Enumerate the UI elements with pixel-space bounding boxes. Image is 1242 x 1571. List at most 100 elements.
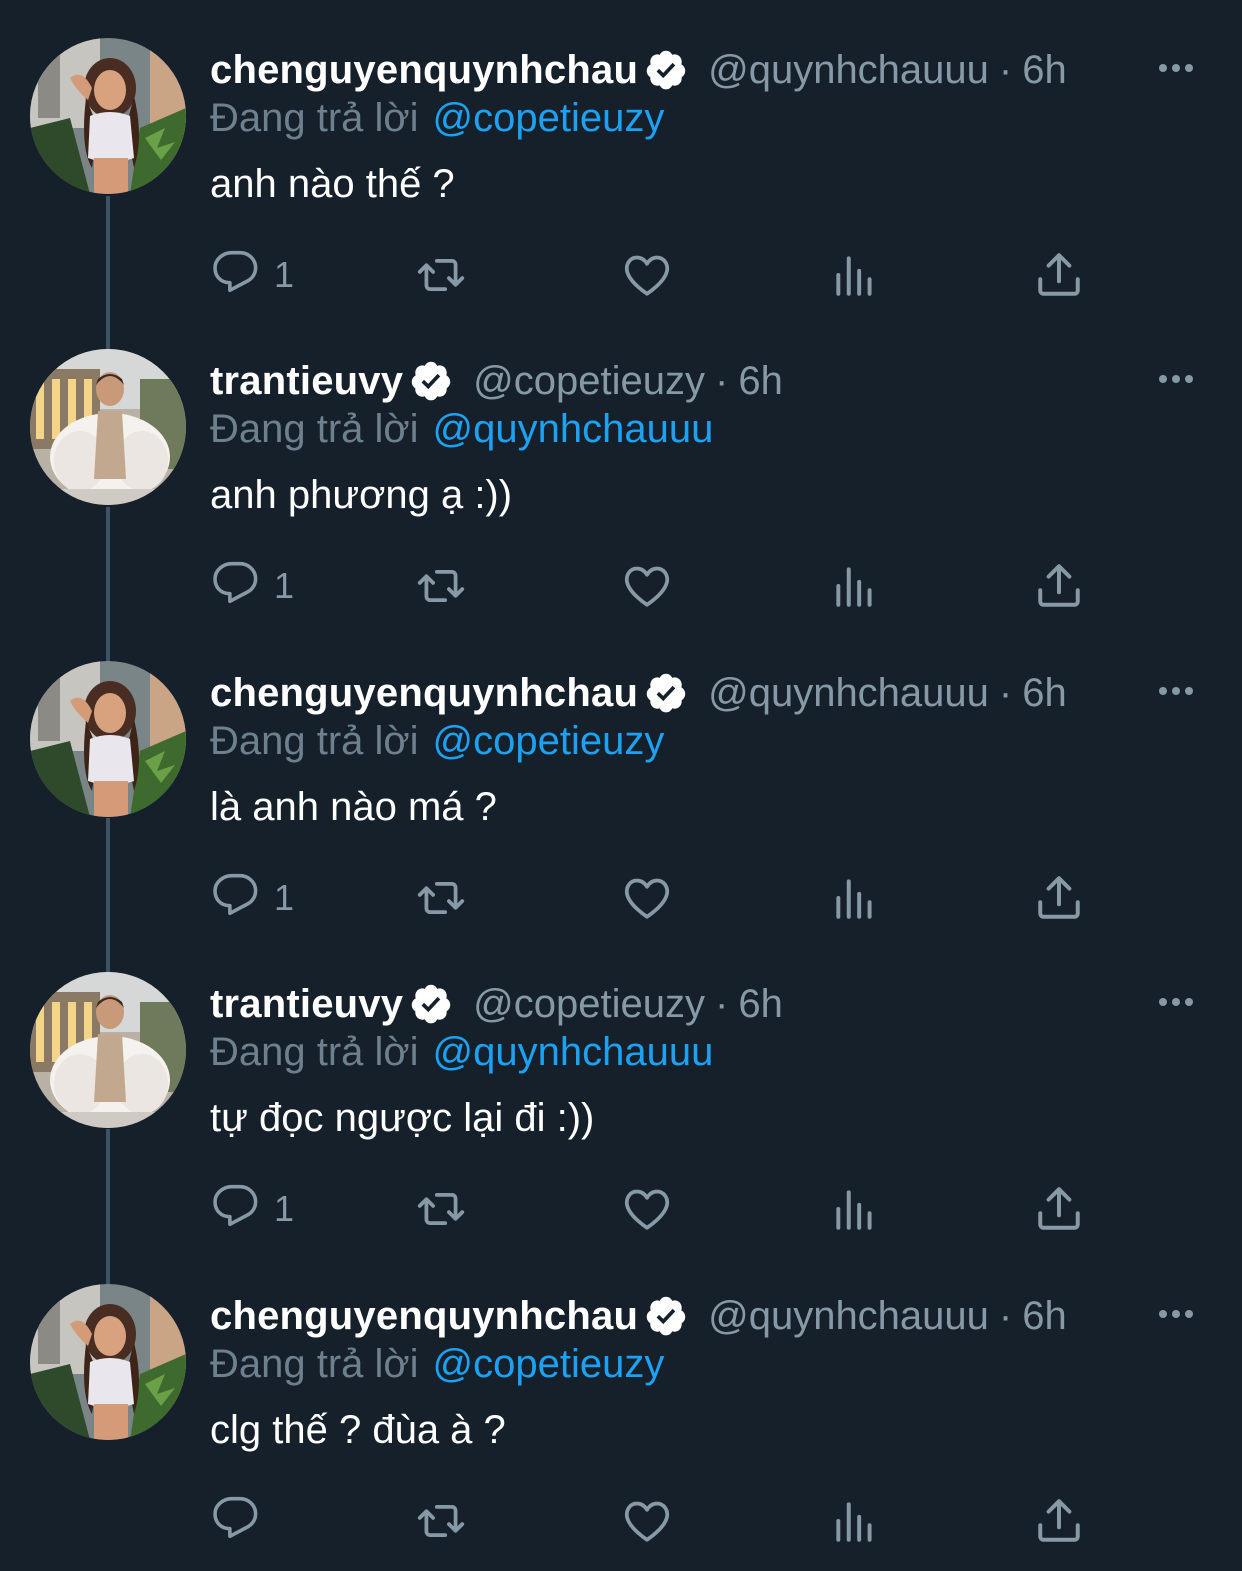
timestamp[interactable]: 6h (1022, 1294, 1067, 1339)
replying-to-link[interactable]: @quynhchauuu (433, 407, 714, 451)
verified-badge-icon (644, 671, 688, 715)
avatar[interactable] (30, 38, 186, 194)
like-button[interactable] (622, 871, 672, 925)
analytics-button[interactable] (830, 559, 880, 613)
tweet-text: clg thế ? đùa à ? (210, 1408, 506, 1452)
replying-to-link[interactable]: @copetieuzy (433, 719, 665, 763)
more-icon[interactable] (1156, 369, 1196, 389)
display-name[interactable]: trantieuvy (210, 359, 403, 404)
more-icon[interactable] (1156, 1304, 1196, 1324)
like-button[interactable] (622, 1182, 672, 1236)
tweet[interactable]: trantieuvy @copetieuzy · 6h Đang trả lời… (0, 934, 1242, 1245)
analytics-button[interactable] (830, 871, 880, 925)
user-handle[interactable]: @quynhchauuu (708, 671, 989, 716)
replying-to-label: Đang trả lời (210, 96, 419, 140)
like-button[interactable] (622, 559, 672, 613)
reply-count: 1 (274, 877, 295, 918)
reply-icon (212, 1496, 262, 1546)
more-icon[interactable] (1156, 992, 1196, 1012)
timestamp[interactable]: 6h (1022, 48, 1067, 93)
tweet[interactable]: chenguyenquynhchau @quynhchauuu · 6h Đan… (0, 1246, 1242, 1557)
replying-to-link[interactable]: @copetieuzy (433, 96, 665, 140)
avatar[interactable] (30, 661, 186, 817)
reply-count: 1 (274, 1188, 295, 1229)
retweet-icon (416, 561, 466, 611)
analytics-button[interactable] (830, 1182, 880, 1236)
verified-badge-icon (409, 359, 453, 403)
separator-dot: · (998, 1293, 1013, 1338)
reply-icon (212, 873, 262, 923)
retweet-icon (416, 250, 466, 300)
avatar-photo (30, 1284, 186, 1440)
reply-button[interactable]: 1 (212, 559, 294, 613)
tweet-actions: 1 (0, 1182, 1242, 1238)
retweet-button[interactable] (416, 559, 466, 613)
tweet-actions: 1 (0, 559, 1242, 615)
retweet-button[interactable] (416, 871, 466, 925)
tweet[interactable]: chenguyenquynhchau @quynhchauuu · 6h Đan… (0, 0, 1242, 311)
share-button[interactable] (1034, 248, 1084, 302)
tweet[interactable]: chenguyenquynhchau @quynhchauuu · 6h Đan… (0, 623, 1242, 934)
verified-badge-icon (644, 48, 688, 92)
share-icon (1034, 1496, 1084, 1546)
reply-icon (212, 1184, 262, 1234)
replying-to: Đang trả lời @quynhchauuu (210, 407, 713, 452)
retweet-icon (416, 1184, 466, 1234)
tweet-text: anh phương ạ :)) (210, 473, 513, 517)
display-name[interactable]: chenguyenquynhchau (210, 48, 638, 93)
timestamp[interactable]: 6h (738, 359, 783, 404)
user-handle[interactable]: @quynhchauuu (708, 1294, 989, 1339)
share-icon (1034, 561, 1084, 611)
heart-icon (622, 1184, 672, 1234)
reply-button[interactable] (212, 1494, 274, 1548)
reply-button[interactable]: 1 (212, 1182, 294, 1236)
replying-to: Đang trả lời @copetieuzy (210, 1342, 664, 1387)
avatar-photo (30, 661, 186, 817)
tweet-header: chenguyenquynhchau @quynhchauuu · 6h (210, 1292, 1067, 1340)
like-button[interactable] (622, 1494, 672, 1548)
replying-to-link[interactable]: @quynhchauuu (433, 1030, 714, 1074)
separator-dot: · (998, 670, 1013, 715)
more-icon[interactable] (1156, 58, 1196, 78)
reply-button[interactable]: 1 (212, 248, 294, 302)
retweet-button[interactable] (416, 248, 466, 302)
heart-icon (622, 561, 672, 611)
reply-button[interactable]: 1 (212, 871, 294, 925)
separator-dot: · (715, 981, 729, 1026)
avatar[interactable] (30, 1284, 186, 1440)
analytics-icon (830, 250, 880, 300)
analytics-button[interactable] (830, 248, 880, 302)
timestamp[interactable]: 6h (1022, 671, 1067, 716)
tweet-actions: 1 (0, 871, 1242, 927)
user-handle[interactable]: @quynhchauuu (708, 48, 989, 93)
avatar[interactable] (30, 972, 186, 1128)
timestamp[interactable]: 6h (738, 982, 783, 1027)
share-button[interactable] (1034, 1494, 1084, 1548)
tweet-header: chenguyenquynhchau @quynhchauuu · 6h (210, 669, 1067, 717)
retweet-button[interactable] (416, 1182, 466, 1236)
like-button[interactable] (622, 248, 672, 302)
analytics-button[interactable] (830, 1494, 880, 1548)
avatar[interactable] (30, 349, 186, 505)
display-name[interactable]: chenguyenquynhchau (210, 1294, 638, 1339)
display-name[interactable]: trantieuvy (210, 982, 403, 1027)
retweet-button[interactable] (416, 1494, 466, 1548)
share-button[interactable] (1034, 871, 1084, 925)
replying-to-label: Đang trả lời (210, 407, 419, 451)
share-button[interactable] (1034, 559, 1084, 613)
verified-badge-icon (409, 982, 453, 1026)
share-icon (1034, 1184, 1084, 1234)
replying-to-link[interactable]: @copetieuzy (433, 1342, 665, 1386)
analytics-icon (830, 561, 880, 611)
retweet-icon (416, 873, 466, 923)
tweet-header: trantieuvy @copetieuzy · 6h (210, 980, 783, 1028)
tweet[interactable]: trantieuvy @copetieuzy · 6h Đang trả lời… (0, 311, 1242, 622)
more-icon[interactable] (1156, 681, 1196, 701)
user-handle[interactable]: @copetieuzy (473, 359, 705, 404)
replying-to-label: Đang trả lời (210, 719, 419, 763)
display-name[interactable]: chenguyenquynhchau (210, 671, 638, 716)
tweet-text: anh nào thế ? (210, 162, 455, 206)
user-handle[interactable]: @copetieuzy (473, 982, 705, 1027)
reply-count: 1 (274, 565, 295, 606)
share-button[interactable] (1034, 1182, 1084, 1236)
